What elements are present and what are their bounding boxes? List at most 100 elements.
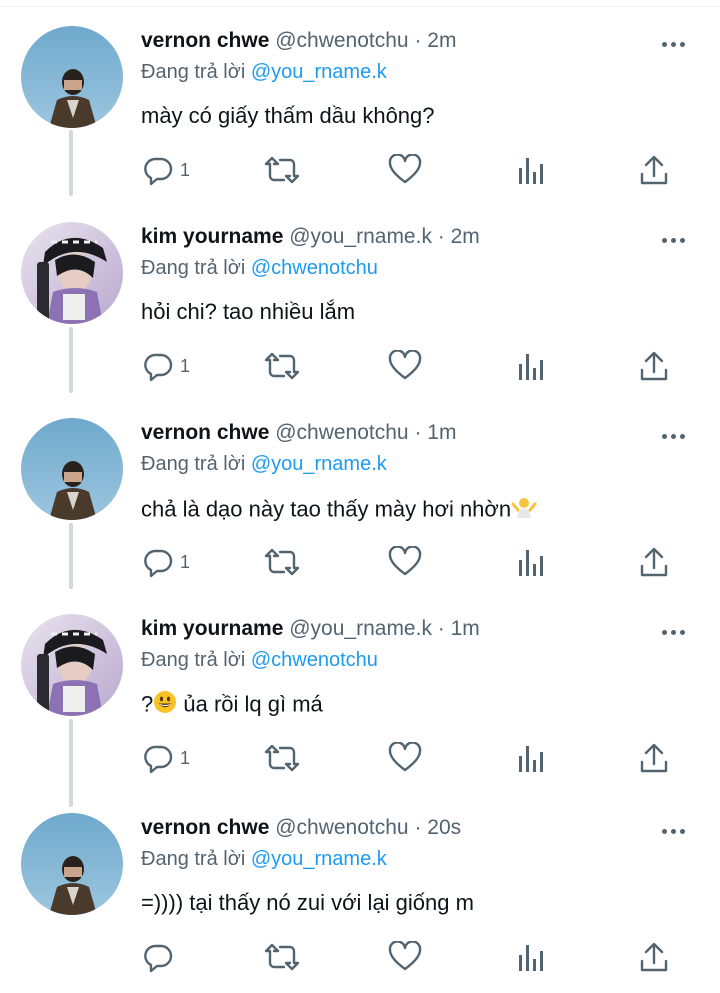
heart-icon xyxy=(388,154,422,184)
tweet-text-body: chả là dạo này tao thấy mày hơi nhờn xyxy=(141,496,512,522)
shrug-emoji-icon xyxy=(511,494,537,527)
action-bar: 1 xyxy=(0,348,720,388)
user-handle[interactable]: @chwenotchu xyxy=(275,816,408,839)
share-icon xyxy=(640,155,668,185)
reply-button[interactable]: 1 xyxy=(142,740,190,776)
replying-to: Đang trả lời @chwenotchu xyxy=(141,647,378,673)
analytics-icon xyxy=(519,746,543,772)
reply-button[interactable]: 1 xyxy=(142,544,190,580)
avatar[interactable] xyxy=(21,26,123,128)
analytics-icon xyxy=(519,550,543,576)
more-icon[interactable] xyxy=(662,622,692,642)
user-handle[interactable]: @you_rname.k xyxy=(289,225,432,248)
timestamp[interactable]: · 2m xyxy=(414,29,456,52)
views-button[interactable] xyxy=(517,152,545,188)
display-name[interactable]: vernon chwe xyxy=(141,421,269,444)
retweet-icon xyxy=(264,352,300,380)
more-icon[interactable] xyxy=(662,426,692,446)
like-button[interactable] xyxy=(388,348,422,384)
user-handle[interactable]: @you_rname.k xyxy=(289,617,432,640)
user-handle[interactable]: @chwenotchu xyxy=(275,29,408,52)
retweet-icon xyxy=(264,744,300,772)
reply-count: 1 xyxy=(180,551,191,572)
action-bar xyxy=(0,939,720,979)
mention-link[interactable]: @you_rname.k xyxy=(251,848,387,870)
views-button[interactable] xyxy=(517,348,545,384)
like-button[interactable] xyxy=(388,740,422,776)
display-name[interactable]: vernon chwe xyxy=(141,816,269,839)
display-name[interactable]: vernon chwe xyxy=(141,29,269,52)
reply-button[interactable] xyxy=(142,939,180,975)
replying-to: Đang trả lời @chwenotchu xyxy=(141,255,378,281)
views-button[interactable] xyxy=(517,740,545,776)
timestamp[interactable]: · 2m xyxy=(438,225,480,248)
reply-icon xyxy=(144,353,173,382)
share-button[interactable] xyxy=(639,939,669,975)
mention-link[interactable]: @you_rname.k xyxy=(251,453,387,475)
action-bar: 1 xyxy=(0,544,720,584)
timestamp[interactable]: · 20s xyxy=(414,816,461,839)
replying-label: Đang trả lời xyxy=(141,257,246,279)
retweet-icon xyxy=(264,156,300,184)
retweet-button[interactable] xyxy=(264,544,300,580)
reply-count: 1 xyxy=(180,747,191,768)
retweet-button[interactable] xyxy=(264,152,300,188)
avatar[interactable] xyxy=(21,813,123,915)
user-handle[interactable]: @chwenotchu xyxy=(275,421,408,444)
avatar[interactable] xyxy=(21,222,123,324)
heart-icon xyxy=(388,742,422,772)
mention-link[interactable]: @chwenotchu xyxy=(251,649,378,671)
tweet[interactable]: kim yourname @you_rname.k · 2m Đang trả … xyxy=(0,222,720,392)
like-button[interactable] xyxy=(388,544,422,580)
heart-icon xyxy=(388,350,422,380)
share-icon xyxy=(640,942,668,972)
tweet-text-prefix: ? xyxy=(141,691,154,717)
action-bar: 1 xyxy=(0,152,720,192)
tweet-text: hỏi chi? tao nhiều lắm xyxy=(141,299,356,324)
reply-button[interactable]: 1 xyxy=(142,152,190,188)
tweet-text: chả là dạo này tao thấy mày hơi nhờn xyxy=(141,494,537,527)
tweet[interactable]: vernon chwe @chwenotchu · 2m Đang trả lờ… xyxy=(0,26,720,196)
tweet-header: kim yourname @you_rname.k · 1m xyxy=(141,616,480,642)
share-icon xyxy=(640,547,668,577)
reply-icon xyxy=(144,944,173,973)
tweet[interactable]: kim yourname @you_rname.k · 1m Đang trả … xyxy=(0,614,720,784)
retweet-button[interactable] xyxy=(264,740,300,776)
tweet-header: vernon chwe @chwenotchu · 1m xyxy=(141,420,456,446)
avatar[interactable] xyxy=(21,614,123,716)
timestamp[interactable]: · 1m xyxy=(438,617,480,640)
reply-icon xyxy=(144,549,173,578)
action-bar: 1 xyxy=(0,740,720,780)
retweet-button[interactable] xyxy=(264,348,300,384)
replying-label: Đang trả lời xyxy=(141,649,246,671)
share-icon xyxy=(640,351,668,381)
tweet-text: =)))) tại thấy nó zui với lại giống m xyxy=(141,890,474,915)
avatar[interactable] xyxy=(21,418,123,520)
tweet-text: mày có giấy thấm dầu không? xyxy=(141,103,435,128)
share-button[interactable] xyxy=(639,544,669,580)
retweet-button[interactable] xyxy=(264,939,300,975)
share-button[interactable] xyxy=(639,152,669,188)
tweet-header: vernon chwe @chwenotchu · 20s xyxy=(141,815,461,841)
replying-label: Đang trả lời xyxy=(141,848,246,870)
views-button[interactable] xyxy=(517,544,545,580)
tweet[interactable]: vernon chwe @chwenotchu · 20s Đang trả l… xyxy=(0,813,720,983)
tweet-header: kim yourname @you_rname.k · 2m xyxy=(141,224,480,250)
share-button[interactable] xyxy=(639,740,669,776)
more-icon[interactable] xyxy=(662,230,692,250)
mention-link[interactable]: @chwenotchu xyxy=(251,257,378,279)
views-button[interactable] xyxy=(517,939,545,975)
share-icon xyxy=(640,743,668,773)
timestamp[interactable]: · 1m xyxy=(414,421,456,444)
more-icon[interactable] xyxy=(662,821,692,841)
analytics-icon xyxy=(519,158,543,184)
mention-link[interactable]: @you_rname.k xyxy=(251,61,387,83)
like-button[interactable] xyxy=(388,152,422,188)
tweet[interactable]: vernon chwe @chwenotchu · 1m Đang trả lờ… xyxy=(0,418,720,588)
like-button[interactable] xyxy=(388,939,422,975)
share-button[interactable] xyxy=(639,348,669,384)
display-name[interactable]: kim yourname xyxy=(141,617,283,640)
display-name[interactable]: kim yourname xyxy=(141,225,283,248)
more-icon[interactable] xyxy=(662,34,692,54)
reply-button[interactable]: 1 xyxy=(142,348,190,384)
